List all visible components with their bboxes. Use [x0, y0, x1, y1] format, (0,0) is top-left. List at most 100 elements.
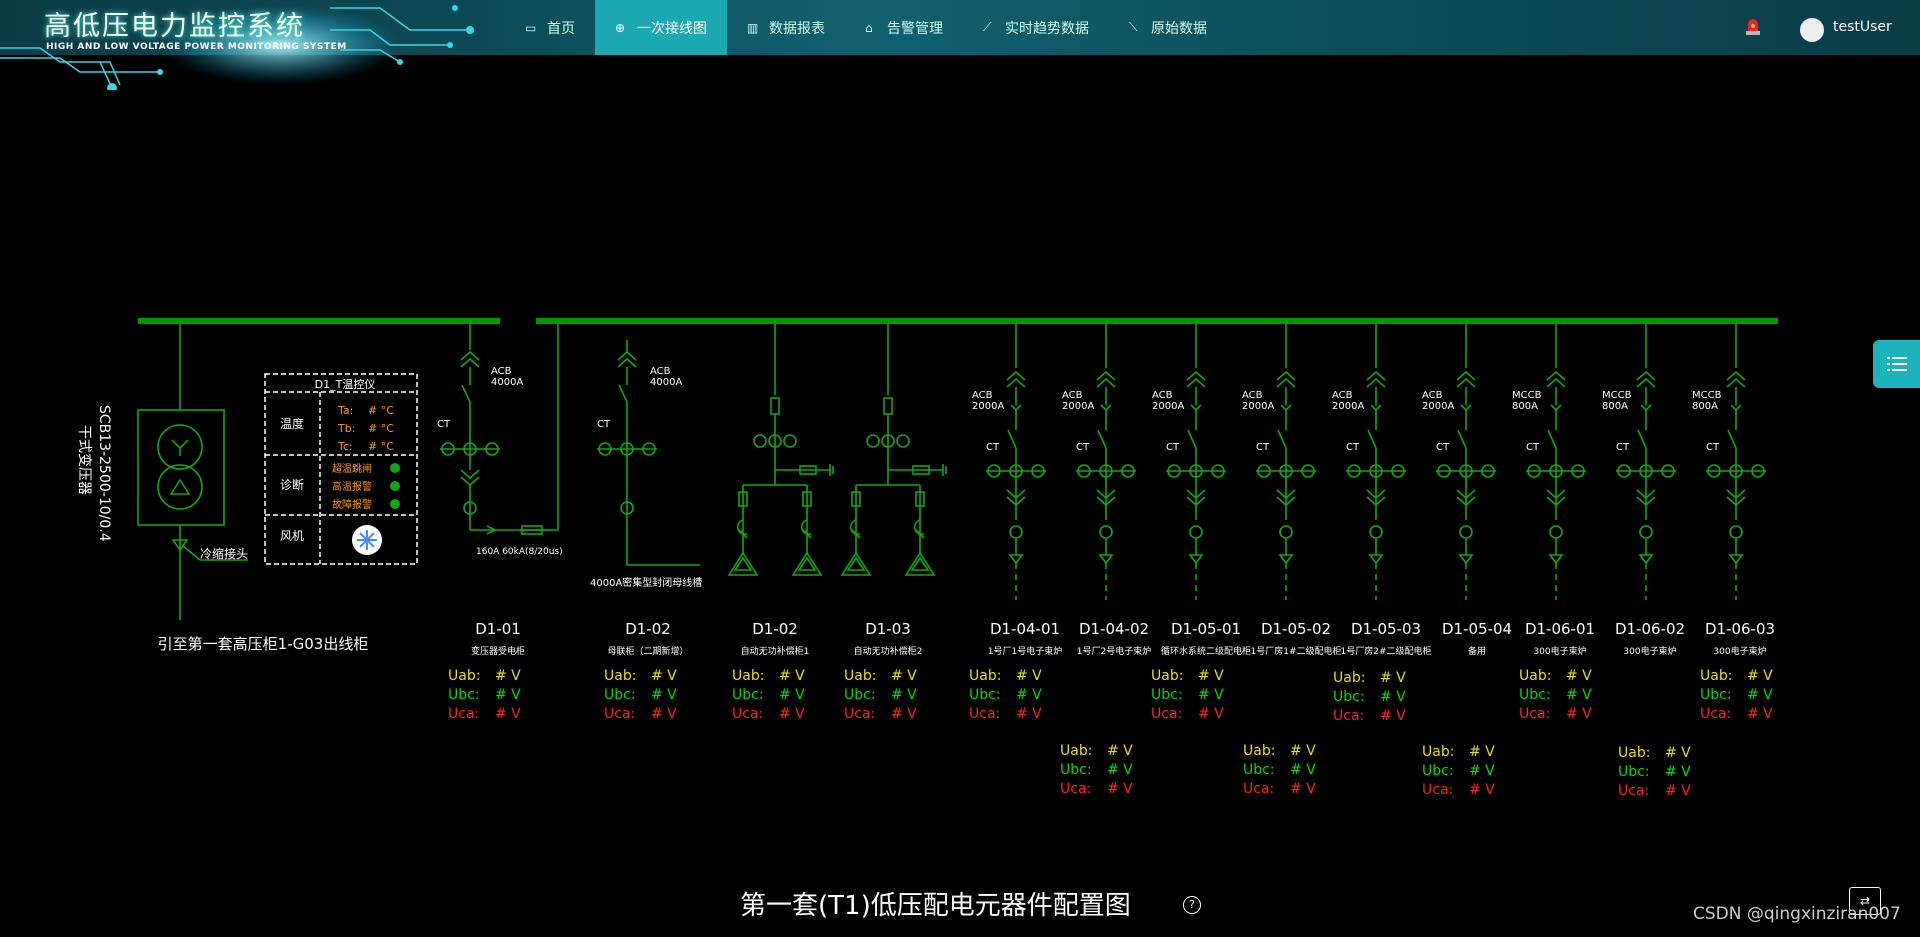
voltage-label: Uab: [1060, 743, 1092, 759]
cabinet-desc: 循环水系统二级配电柜 [1161, 645, 1251, 657]
temp-name: Ta: [337, 404, 353, 417]
plug-contact [460, 469, 480, 487]
pt-coil [1549, 525, 1563, 539]
pt-coil [1099, 525, 1113, 539]
fan-blades [357, 530, 377, 550]
cabinet-desc: 1号厂房2#二级配电柜 [1341, 645, 1432, 657]
cabinet-id: D1-05-03 [1351, 620, 1421, 638]
voltage-label: Uab: [1243, 743, 1275, 759]
temp-name: Tc: [337, 440, 353, 453]
breaker-blade [1097, 429, 1107, 449]
voltage-label: Uca: [448, 706, 479, 722]
cabinet-desc: 备用 [1468, 645, 1486, 657]
diag-item: 超温跳闸 [332, 462, 372, 475]
voltage-label: Uca: [1422, 782, 1453, 798]
breaker-blade [1277, 429, 1287, 449]
ct-label: CT [1616, 442, 1630, 453]
voltage-label: Uca: [1151, 706, 1182, 722]
voltage-value: # V [1665, 783, 1691, 799]
capacitor-inner [910, 556, 930, 571]
plug-contact [1366, 370, 1386, 388]
surge-note: 160A 60kA(8/20us) [476, 547, 563, 557]
arrow-down [1188, 554, 1204, 565]
pt-coil [1009, 525, 1023, 539]
breaker-blade [1367, 429, 1377, 449]
cabinet-desc: 变压器受电柜 [471, 645, 525, 657]
voltage-label: Ubc: [1700, 687, 1732, 703]
capacitor [840, 551, 872, 576]
voltage-label: Ubc: [732, 687, 764, 703]
breaker-rating-label: 2000A [1242, 401, 1274, 412]
cabinet-id: D1-06-02 [1615, 620, 1685, 638]
cabinet-id: D1-05-04 [1442, 620, 1512, 638]
cabinet-desc: 300电子束炉 [1713, 645, 1766, 657]
voltage-value: # V [1747, 668, 1773, 684]
plug-contact [1096, 370, 1116, 388]
pt-coil [1279, 525, 1293, 539]
breaker-blade [1637, 429, 1647, 449]
arrow-down [1368, 554, 1384, 565]
arrow-down [1098, 554, 1114, 565]
plug-contact [1186, 370, 1206, 388]
breaker-type-label: ACB [650, 366, 671, 377]
diag-label: 诊断 [280, 477, 304, 492]
ct-label: CT [597, 419, 611, 430]
wye-symbol [171, 439, 189, 456]
ct-label: CT [1166, 442, 1180, 453]
fan-label: 风机 [280, 529, 304, 543]
breaker-blade [1547, 429, 1557, 449]
cabinet-id: D1-01 [475, 620, 521, 638]
voltage-value: # V [1665, 745, 1691, 761]
voltage-label: Uca: [1519, 706, 1550, 722]
voltage-value: # V [1198, 706, 1224, 722]
ground [829, 464, 834, 476]
breaker-type-label: MCCB [1692, 390, 1722, 401]
cabinet-desc: 1号厂房1#二级配电柜 [1251, 645, 1342, 657]
side-menu-toggle[interactable] [1873, 340, 1920, 388]
arrow-down [1638, 554, 1654, 565]
diag-indicator [390, 481, 400, 491]
page-title: 第一套(T1)低压配电元器件配置图 [740, 891, 1131, 921]
voltage-value: # V [1469, 744, 1495, 760]
ct-label: CT [1526, 442, 1540, 453]
breaker-type-label: ACB [972, 390, 993, 401]
temp-label: 温度 [280, 416, 304, 431]
cabinet-id: D1-06-03 [1705, 620, 1775, 638]
voltage-value: # V [1198, 687, 1224, 703]
breaker-rating-label: 2000A [1422, 401, 1454, 412]
plug-contact [1276, 370, 1296, 388]
ct-label: CT [1346, 442, 1360, 453]
ct-label: CT [1076, 442, 1090, 453]
voltage-label: Ubc: [604, 687, 636, 703]
voltage-value: # V [1380, 689, 1406, 705]
voltage-value: # V [1290, 781, 1316, 797]
breaker-blade [1007, 429, 1017, 449]
watermark: CSDN @qingxinziran007 [1693, 904, 1901, 924]
plug-contact [1456, 370, 1476, 388]
voltage-value: # V [1469, 782, 1495, 798]
voltage-value: # V [651, 706, 677, 722]
disconnect-mark [1370, 404, 1382, 411]
voltage-value: # V [779, 668, 805, 684]
ct-label: CT [986, 442, 1000, 453]
voltage-label: Uca: [969, 706, 1000, 722]
breaker-type-label: ACB [1422, 390, 1443, 401]
voltage-label: Ubc: [1422, 763, 1454, 779]
voltage-label: Ubc: [1519, 687, 1551, 703]
breaker-rating-label: 2000A [1332, 401, 1364, 412]
help-icon[interactable]: ? [1183, 896, 1201, 914]
cabinet-id: D1-04-01 [990, 620, 1060, 638]
pt-coil [1639, 525, 1653, 539]
voltage-value: # V [891, 706, 917, 722]
ct-coil [753, 434, 767, 448]
capacitor [791, 551, 823, 576]
capacitor [904, 551, 936, 576]
voltage-label: Uca: [732, 706, 763, 722]
breaker-type-label: MCCB [1602, 390, 1632, 401]
arrow-down [1548, 554, 1564, 565]
temp-name: Tb: [337, 422, 355, 435]
pt-coil [1729, 525, 1743, 539]
voltage-value: # V [1665, 764, 1691, 780]
breaker-type-label: ACB [1152, 390, 1173, 401]
voltage-label: Uca: [1060, 781, 1091, 797]
